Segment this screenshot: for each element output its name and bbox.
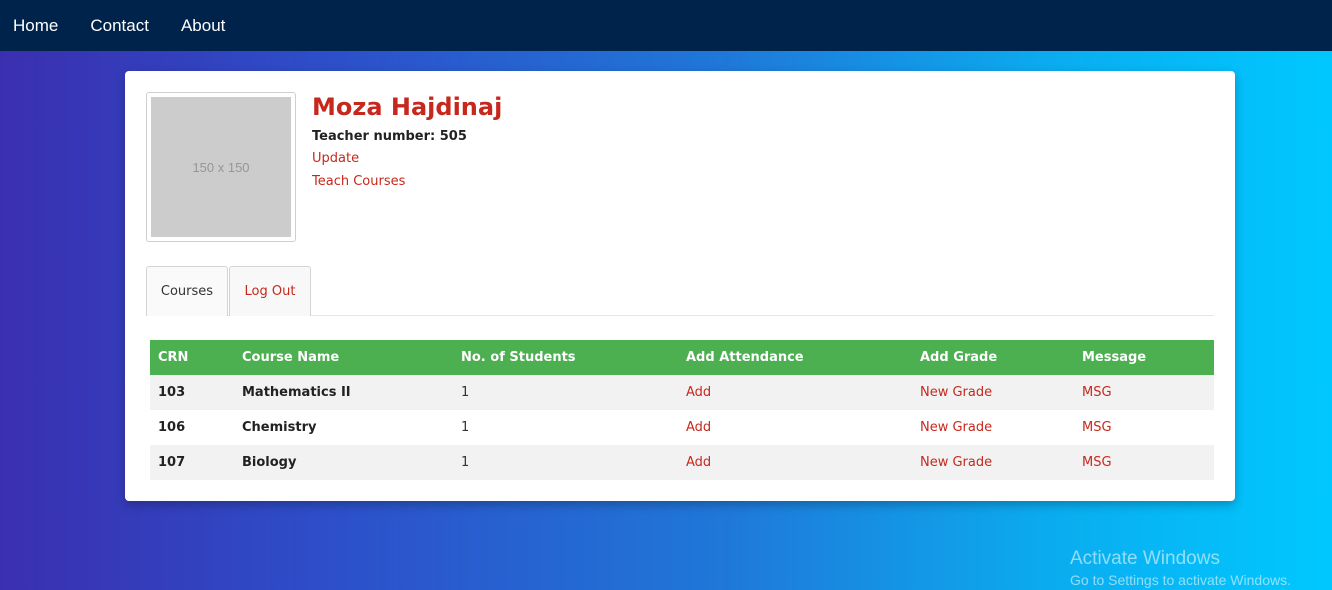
table-row: 103 Mathematics II 1 Add New Grade MSG: [150, 375, 1214, 410]
cell-students: 1: [461, 385, 470, 400]
cell-course-name: Mathematics II: [242, 385, 351, 400]
teacher-name: Moza Hajdinaj: [312, 93, 503, 121]
header-add-attendance: Add Attendance: [686, 350, 804, 365]
cell-crn: 103: [158, 385, 186, 400]
add-attendance-link[interactable]: Add: [678, 410, 912, 445]
new-grade-link[interactable]: New Grade: [912, 375, 1074, 410]
message-link[interactable]: MSG: [1074, 410, 1214, 445]
new-grade-link[interactable]: New Grade: [912, 410, 1074, 445]
cell-crn: 106: [158, 420, 186, 435]
courses-table: CRN Course Name No. of Students Add Atte…: [150, 340, 1214, 480]
watermark-title: Activate Windows: [1070, 548, 1220, 569]
table-header-row: CRN Course Name No. of Students Add Atte…: [150, 340, 1214, 375]
cell-students: 1: [461, 455, 470, 470]
nav-about-link[interactable]: About: [181, 16, 225, 36]
table-row: 107 Biology 1 Add New Grade MSG: [150, 445, 1214, 480]
teach-courses-link[interactable]: Teach Courses: [312, 170, 502, 193]
table-row: 106 Chemistry 1 Add New Grade MSG: [150, 410, 1214, 445]
watermark-subtitle: Go to Settings to activate Windows.: [1070, 572, 1291, 588]
cell-course-name: Biology: [242, 455, 297, 470]
nav-contact-link[interactable]: Contact: [90, 16, 149, 36]
cell-crn: 107: [158, 455, 186, 470]
cell-course-name: Chemistry: [242, 420, 317, 435]
message-link[interactable]: MSG: [1074, 375, 1214, 410]
new-grade-link[interactable]: New Grade: [912, 445, 1074, 480]
header-course-name: Course Name: [242, 350, 340, 365]
tab-courses[interactable]: Courses: [146, 266, 228, 316]
header-crn: CRN: [158, 350, 189, 365]
update-link[interactable]: Update: [312, 147, 502, 170]
teacher-number: Teacher number: 505: [312, 129, 467, 144]
header-no-of-students: No. of Students: [461, 350, 576, 365]
tab-log-out[interactable]: Log Out: [229, 266, 311, 316]
cell-students: 1: [461, 420, 470, 435]
add-attendance-link[interactable]: Add: [678, 445, 912, 480]
header-add-grade: Add Grade: [920, 350, 998, 365]
nav-home-link[interactable]: Home: [13, 16, 58, 36]
profile-info: Moza Hajdinaj Teacher number: 505 Update…: [312, 91, 502, 193]
top-navbar: Home Contact About: [0, 0, 1332, 51]
profile-card: 150 x 150 Moza Hajdinaj Teacher number: …: [125, 71, 1235, 501]
tab-bar: Courses Log Out: [146, 266, 1214, 316]
profile-image: 150 x 150: [146, 92, 296, 242]
image-placeholder-label: 150 x 150: [151, 97, 291, 237]
header-message: Message: [1082, 350, 1147, 365]
add-attendance-link[interactable]: Add: [678, 375, 912, 410]
message-link[interactable]: MSG: [1074, 445, 1214, 480]
activate-windows-watermark: Activate Windows Go to Settings to activ…: [1070, 548, 1291, 590]
